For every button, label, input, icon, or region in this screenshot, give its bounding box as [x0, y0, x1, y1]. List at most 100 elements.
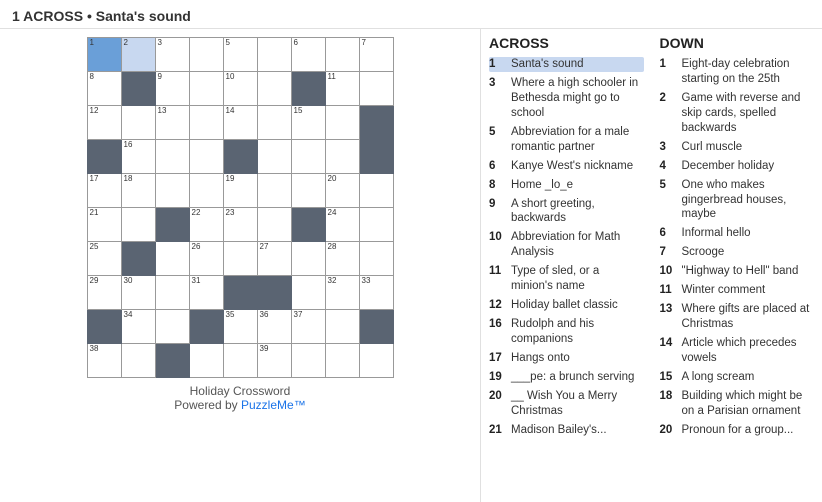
cell-3-1[interactable]: 12 [87, 106, 121, 140]
across-clue-9[interactable]: 9 A short greeting, backwards [489, 197, 644, 227]
cell-1-6[interactable] [257, 38, 291, 72]
cell-8-7[interactable] [291, 276, 325, 310]
across-clue-3[interactable]: 3 Where a high schooler in Bethesda migh… [489, 76, 644, 121]
cell-7-9[interactable] [359, 242, 393, 276]
down-clue-13[interactable]: 13 Where gifts are placed at Christmas [660, 302, 815, 332]
cell-5-8[interactable]: 20 [325, 174, 359, 208]
down-clue-2[interactable]: 2 Game with reverse and skip cards, spel… [660, 91, 815, 136]
cell-10-1[interactable]: 38 [87, 344, 121, 378]
across-clue-6[interactable]: 6 Kanye West's nickname [489, 159, 644, 174]
cell-9-3[interactable] [155, 310, 189, 344]
down-clue-5[interactable]: 5 One who makes gingerbread houses, mayb… [660, 178, 815, 223]
cell-2-4[interactable] [189, 72, 223, 106]
cell-1-3[interactable]: 3 [155, 38, 189, 72]
cell-6-4[interactable]: 22 [189, 208, 223, 242]
cell-10-9[interactable] [359, 344, 393, 378]
cell-8-4[interactable]: 31 [189, 276, 223, 310]
across-clue-19[interactable]: 19 ___pe: a brunch serving [489, 370, 644, 385]
cell-1-4[interactable] [189, 38, 223, 72]
cell-1-2[interactable]: 2 [121, 38, 155, 72]
down-clue-20[interactable]: 20 Pronoun for a group... [660, 423, 815, 438]
across-clue-1[interactable]: 1 Santa's sound [489, 57, 644, 72]
across-clue-17[interactable]: 17 Hangs onto [489, 351, 644, 366]
cell-1-8[interactable] [325, 38, 359, 72]
cell-7-8[interactable]: 28 [325, 242, 359, 276]
down-clue-15[interactable]: 15 A long scream [660, 370, 815, 385]
cell-2-1[interactable]: 8 [87, 72, 121, 106]
cell-1-5[interactable]: 5 [223, 38, 257, 72]
crossword-table[interactable]: 1 2 3 5 6 7 8 9 [87, 37, 394, 378]
cell-2-9[interactable] [359, 72, 393, 106]
cell-1-9[interactable]: 7 [359, 38, 393, 72]
cell-1-1[interactable]: 1 [87, 38, 121, 72]
cell-2-8[interactable]: 11 [325, 72, 359, 106]
cell-8-9[interactable]: 33 [359, 276, 393, 310]
cell-10-7[interactable] [291, 344, 325, 378]
cell-8-2[interactable]: 30 [121, 276, 155, 310]
across-clue-16[interactable]: 16 Rudolph and his companions [489, 317, 644, 347]
cell-4-2[interactable]: 16 [121, 140, 155, 174]
cell-3-2[interactable] [121, 106, 155, 140]
cell-9-6[interactable]: 36 [257, 310, 291, 344]
cell-2-5[interactable]: 10 [223, 72, 257, 106]
cell-5-4[interactable] [189, 174, 223, 208]
cell-3-8[interactable] [325, 106, 359, 140]
down-clue-4[interactable]: 4 December holiday [660, 159, 815, 174]
puzzleme-link[interactable]: PuzzleMe™ [241, 398, 306, 412]
cell-4-6[interactable] [257, 140, 291, 174]
cell-4-4[interactable] [189, 140, 223, 174]
cell-5-1[interactable]: 17 [87, 174, 121, 208]
cell-10-8[interactable] [325, 344, 359, 378]
cell-6-2[interactable] [121, 208, 155, 242]
down-clue-3[interactable]: 3 Curl muscle [660, 140, 815, 155]
cell-7-1[interactable]: 25 [87, 242, 121, 276]
crossword-grid[interactable]: 1 2 3 5 6 7 8 9 [87, 37, 394, 378]
cell-1-7[interactable]: 6 [291, 38, 325, 72]
cell-4-8[interactable] [325, 140, 359, 174]
cell-7-5[interactable] [223, 242, 257, 276]
across-clue-20[interactable]: 20 __ Wish You a Merry Christmas [489, 389, 644, 419]
cell-5-6[interactable] [257, 174, 291, 208]
cell-9-7[interactable]: 37 [291, 310, 325, 344]
cell-6-8[interactable]: 24 [325, 208, 359, 242]
cell-8-8[interactable]: 32 [325, 276, 359, 310]
cell-2-6[interactable] [257, 72, 291, 106]
cell-10-5[interactable] [223, 344, 257, 378]
across-clue-8[interactable]: 8 Home _lo_e [489, 178, 644, 193]
down-clue-1[interactable]: 1 Eight-day celebration starting on the … [660, 57, 815, 87]
cell-4-3[interactable] [155, 140, 189, 174]
cell-3-5[interactable]: 14 [223, 106, 257, 140]
cell-9-8[interactable] [325, 310, 359, 344]
cell-5-2[interactable]: 18 [121, 174, 155, 208]
across-clue-10[interactable]: 10 Abbreviation for Math Analysis [489, 230, 644, 260]
cell-3-4[interactable] [189, 106, 223, 140]
cell-7-7[interactable] [291, 242, 325, 276]
down-clue-7[interactable]: 7 Scrooge [660, 245, 815, 260]
cell-6-1[interactable]: 21 [87, 208, 121, 242]
across-clue-11[interactable]: 11 Type of sled, or a minion's name [489, 264, 644, 294]
cell-7-6[interactable]: 27 [257, 242, 291, 276]
cell-10-2[interactable] [121, 344, 155, 378]
cell-3-3[interactable]: 13 [155, 106, 189, 140]
across-clue-5[interactable]: 5 Abbreviation for a male romantic partn… [489, 125, 644, 155]
cell-6-9[interactable] [359, 208, 393, 242]
down-clue-14[interactable]: 14 Article which precedes vowels [660, 336, 815, 366]
cell-8-3[interactable] [155, 276, 189, 310]
cell-7-4[interactable]: 26 [189, 242, 223, 276]
down-clue-10[interactable]: 10 "Highway to Hell" band [660, 264, 815, 279]
cell-6-5[interactable]: 23 [223, 208, 257, 242]
cell-5-3[interactable] [155, 174, 189, 208]
cell-9-5[interactable]: 35 [223, 310, 257, 344]
across-clue-21[interactable]: 21 Madison Bailey's... [489, 423, 644, 438]
cell-10-4[interactable] [189, 344, 223, 378]
cell-5-9[interactable] [359, 174, 393, 208]
across-clue-12[interactable]: 12 Holiday ballet classic [489, 298, 644, 313]
cell-3-6[interactable] [257, 106, 291, 140]
cell-6-6[interactable] [257, 208, 291, 242]
down-clue-6[interactable]: 6 Informal hello [660, 226, 815, 241]
down-clue-18[interactable]: 18 Building which might be on a Parisian… [660, 389, 815, 419]
cell-2-3[interactable]: 9 [155, 72, 189, 106]
cell-9-2[interactable]: 34 [121, 310, 155, 344]
cell-7-3[interactable] [155, 242, 189, 276]
cell-3-7[interactable]: 15 [291, 106, 325, 140]
